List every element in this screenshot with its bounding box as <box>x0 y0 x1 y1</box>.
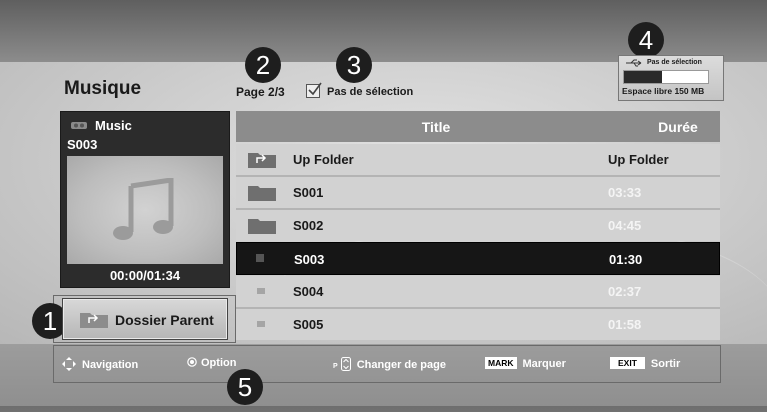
row-duration: Up Folder <box>608 152 669 167</box>
navigation-label: Navigation <box>82 359 139 371</box>
exit-key: EXIT <box>610 357 645 369</box>
folder-icon <box>248 186 276 201</box>
option-button-icon <box>187 357 197 367</box>
navigation-arrows-icon <box>62 357 76 371</box>
folder-icon <box>248 219 276 234</box>
music-file-icon <box>256 254 264 262</box>
row-name: S004 <box>293 284 324 299</box>
parent-folder-label: Dossier Parent <box>115 312 214 328</box>
page-title: Musique <box>64 78 142 99</box>
page-key-label: P <box>333 363 338 370</box>
callout-3: 3 <box>336 47 372 83</box>
select-all-checkbox[interactable] <box>306 82 322 98</box>
option-hint[interactable]: Option <box>187 357 236 369</box>
parent-folder-button[interactable]: Dossier Parent <box>62 298 228 340</box>
callout-2: 2 <box>245 47 281 83</box>
table-header: Title Durée <box>236 111 720 142</box>
table-row[interactable]: Up Folder Up Folder <box>236 144 720 175</box>
row-name: S001 <box>293 185 324 200</box>
storage-bar-fill <box>624 71 662 83</box>
table-row[interactable]: S001 03:33 <box>236 177 720 208</box>
mark-key: MARK <box>485 357 517 369</box>
nav-hint: Navigation <box>62 357 138 371</box>
mark-hint[interactable]: MARK Marquer <box>485 357 566 370</box>
checkmark-icon <box>308 82 322 96</box>
option-label: Option <box>201 357 237 369</box>
album-art <box>67 156 223 264</box>
music-category-icon <box>71 122 87 129</box>
page-indicator: Page 2/3 <box>236 85 285 99</box>
row-duration: 03:33 <box>608 185 642 200</box>
usb-icon <box>626 59 642 67</box>
callout-5: 5 <box>227 369 263 405</box>
music-file-icon <box>257 321 265 327</box>
row-duration: 02:37 <box>608 284 642 299</box>
category-label: Music <box>95 118 132 133</box>
table-row[interactable]: S004 02:37 <box>236 276 720 307</box>
free-space-label: Espace libre 150 MB <box>622 86 705 96</box>
up-folder-icon <box>80 313 108 328</box>
change-page-label: Changer de page <box>356 359 446 371</box>
table-row-selected[interactable]: S003 01:30 <box>236 242 720 275</box>
column-title: Title <box>421 119 451 135</box>
row-duration: 01:58 <box>608 317 642 332</box>
row-duration: 04:45 <box>608 218 642 233</box>
page-up-down-icon <box>340 357 351 371</box>
now-playing-panel: Music S003 00:00/01:34 <box>60 111 230 288</box>
row-name: S005 <box>293 317 324 332</box>
row-name: Up Folder <box>293 152 354 167</box>
exit-label: Sortir <box>650 358 681 370</box>
selection-status: Pas de sélection <box>327 86 414 98</box>
row-duration: 01:30 <box>609 252 643 267</box>
usb-storage-panel: Pas de sélection Espace libre 150 MB <box>618 55 724 101</box>
callout-4: 4 <box>628 22 664 58</box>
storage-bar <box>623 70 709 84</box>
page-hint[interactable]: P Changer de page <box>333 357 446 371</box>
playback-time: 00:00/01:34 <box>109 268 181 283</box>
music-file-icon <box>257 288 265 294</box>
usb-selection-label: Pas de sélection <box>647 59 702 66</box>
mark-label: Marquer <box>522 358 566 370</box>
row-name: S002 <box>293 218 324 233</box>
row-name: S003 <box>294 252 325 267</box>
up-folder-icon <box>248 153 276 168</box>
music-note-icon <box>113 178 174 240</box>
column-duration: Durée <box>658 119 698 135</box>
table-row[interactable]: S002 04:45 <box>236 210 720 241</box>
exit-hint[interactable]: EXIT Sortir <box>610 357 680 370</box>
table-row[interactable]: S005 01:58 <box>236 309 720 340</box>
current-song: S003 <box>67 137 98 152</box>
